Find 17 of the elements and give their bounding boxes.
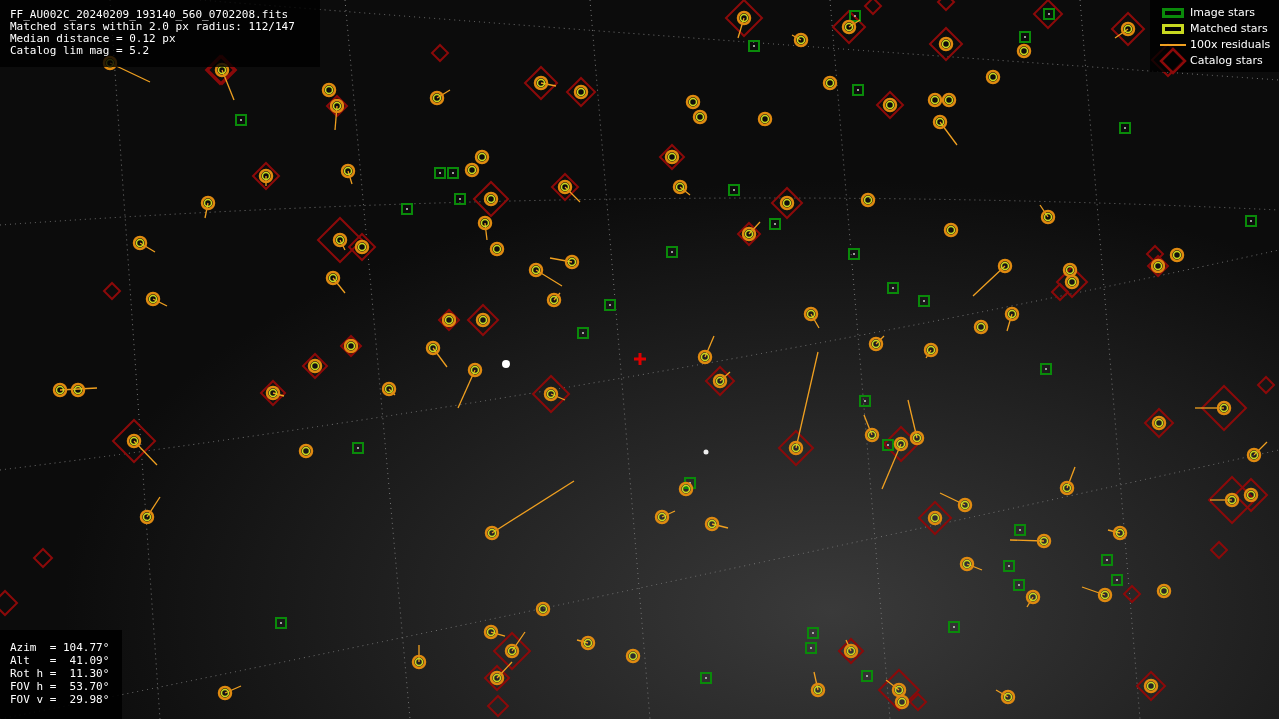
info-text: Matched stars within 2.0 px radius: 112/147	[10, 21, 296, 33]
pointing-text: FOV v = 29.98°	[10, 693, 111, 706]
pointing-text: Alt = 41.09°	[10, 654, 111, 667]
legend-label: Catalog stars	[1190, 54, 1263, 67]
pointing-text: Azim = 104.77°	[10, 641, 111, 654]
rectangle-icon	[1162, 23, 1184, 34]
legend-label: 100x residuals	[1190, 38, 1271, 51]
outlined-rectangle-icon	[1162, 7, 1184, 18]
info-text: Median distance = 0.12 px	[10, 33, 177, 45]
line-icon	[1160, 43, 1186, 46]
info-text: Catalog lim mag = 5.2	[10, 45, 151, 57]
legend-label: Matched stars	[1190, 22, 1268, 35]
pointing-text: Rot h = 11.30°	[10, 667, 111, 680]
diamond-icon	[1159, 46, 1187, 75]
pointing-text: FOV h = 53.70°	[10, 680, 111, 693]
legend-label: Image stars	[1190, 6, 1255, 19]
info-text: FF_AU002C_20240209_193140_560_0702208.fits	[10, 9, 290, 21]
